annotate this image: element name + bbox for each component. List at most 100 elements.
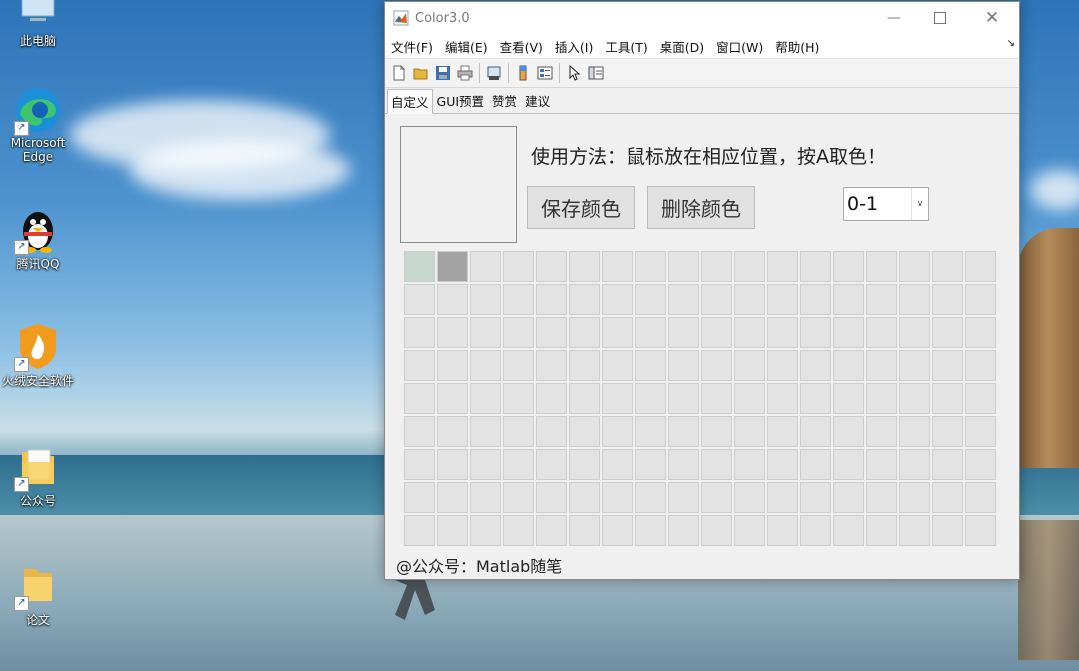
color-swatch[interactable]	[932, 515, 963, 546]
color-swatch[interactable]	[965, 449, 996, 480]
color-swatch[interactable]	[569, 317, 600, 348]
menu-window[interactable]: 窗口(W)	[710, 37, 769, 56]
color-swatch[interactable]	[536, 251, 567, 282]
desktop-icon-qq[interactable]: ↗ 腾讯QQ	[0, 205, 76, 272]
color-swatch[interactable]	[404, 449, 435, 480]
color-swatch[interactable]	[734, 383, 765, 414]
color-swatch[interactable]	[701, 284, 732, 315]
color-swatch[interactable]	[470, 317, 501, 348]
color-swatch[interactable]	[569, 515, 600, 546]
color-swatch[interactable]	[701, 383, 732, 414]
close-button[interactable]: ✕	[969, 2, 1015, 34]
color-swatch[interactable]	[437, 416, 468, 447]
dock-arrow-icon[interactable]: ↘	[1007, 38, 1015, 49]
color-swatch[interactable]	[965, 515, 996, 546]
color-swatch[interactable]	[470, 350, 501, 381]
colorbar-icon[interactable]	[512, 62, 534, 84]
color-swatch[interactable]	[899, 317, 930, 348]
color-swatch[interactable]	[569, 284, 600, 315]
color-swatch[interactable]	[602, 383, 633, 414]
color-swatch[interactable]	[536, 416, 567, 447]
menu-view[interactable]: 查看(V)	[494, 37, 549, 56]
color-swatch[interactable]	[635, 251, 666, 282]
color-swatch[interactable]	[668, 350, 699, 381]
desktop-icon-edge[interactable]: ↗ Microsoft Edge	[0, 86, 76, 164]
desktop-icon-this-pc[interactable]: 此电脑	[0, 0, 76, 49]
color-swatch[interactable]	[503, 251, 534, 282]
color-swatch[interactable]	[503, 350, 534, 381]
color-swatch[interactable]	[536, 350, 567, 381]
new-file-icon[interactable]	[388, 62, 410, 84]
color-swatch[interactable]	[932, 482, 963, 513]
color-swatch[interactable]	[866, 482, 897, 513]
color-swatch[interactable]	[635, 416, 666, 447]
color-swatch[interactable]	[668, 317, 699, 348]
color-swatch[interactable]	[800, 416, 831, 447]
color-swatch[interactable]	[734, 284, 765, 315]
color-swatch[interactable]	[536, 482, 567, 513]
color-swatch[interactable]	[602, 251, 633, 282]
color-swatch[interactable]	[569, 383, 600, 414]
color-swatch[interactable]	[932, 416, 963, 447]
color-swatch[interactable]	[668, 284, 699, 315]
color-swatch[interactable]	[503, 284, 534, 315]
color-swatch[interactable]	[866, 416, 897, 447]
color-swatch[interactable]	[404, 416, 435, 447]
color-swatch[interactable]	[536, 284, 567, 315]
color-swatch[interactable]	[404, 383, 435, 414]
color-swatch[interactable]	[800, 284, 831, 315]
color-swatch[interactable]	[470, 383, 501, 414]
title-bar[interactable]: Color3.0 — ✕	[385, 2, 1019, 34]
color-swatch[interactable]	[965, 317, 996, 348]
color-swatch[interactable]	[635, 482, 666, 513]
color-swatch[interactable]	[569, 350, 600, 381]
color-swatch[interactable]	[635, 284, 666, 315]
color-swatch[interactable]	[833, 482, 864, 513]
color-swatch[interactable]	[899, 482, 930, 513]
color-swatch[interactable]	[767, 317, 798, 348]
color-swatch[interactable]	[404, 482, 435, 513]
color-swatch[interactable]	[668, 416, 699, 447]
maximize-button[interactable]	[917, 2, 963, 34]
color-swatch[interactable]	[602, 449, 633, 480]
color-swatch[interactable]	[833, 383, 864, 414]
color-swatch[interactable]	[470, 251, 501, 282]
color-swatch[interactable]	[569, 251, 600, 282]
color-swatch[interactable]	[470, 449, 501, 480]
color-swatch[interactable]	[569, 449, 600, 480]
color-swatch[interactable]	[800, 482, 831, 513]
color-swatch[interactable]	[767, 449, 798, 480]
color-swatch[interactable]	[404, 251, 435, 282]
range-select[interactable]: 0-1 ∨	[843, 187, 929, 221]
color-swatch[interactable]	[800, 251, 831, 282]
color-swatch[interactable]	[932, 251, 963, 282]
color-swatch[interactable]	[866, 251, 897, 282]
color-swatch[interactable]	[899, 251, 930, 282]
color-swatch[interactable]	[734, 350, 765, 381]
color-swatch[interactable]	[470, 284, 501, 315]
tab-gui-preset[interactable]: GUI预置	[433, 88, 489, 113]
color-swatch[interactable]	[437, 515, 468, 546]
minimize-button[interactable]: —	[871, 2, 917, 34]
menu-edit[interactable]: 编辑(E)	[439, 37, 494, 56]
desktop-icon-gongzhonghao[interactable]: ↗ 公众号	[0, 442, 76, 509]
color-swatch[interactable]	[734, 449, 765, 480]
color-swatch[interactable]	[734, 416, 765, 447]
property-editor-icon[interactable]	[585, 62, 607, 84]
color-swatch[interactable]	[965, 251, 996, 282]
color-swatch[interactable]	[635, 515, 666, 546]
color-swatch[interactable]	[404, 515, 435, 546]
delete-color-button[interactable]: 删除颜色	[647, 186, 755, 229]
color-swatch[interactable]	[701, 482, 732, 513]
menu-insert[interactable]: 插入(I)	[549, 37, 599, 56]
color-swatch[interactable]	[470, 515, 501, 546]
color-swatch[interactable]	[536, 317, 567, 348]
tab-custom[interactable]: 自定义	[387, 89, 433, 114]
color-swatch[interactable]	[701, 251, 732, 282]
color-swatch[interactable]	[800, 317, 831, 348]
color-swatch[interactable]	[437, 284, 468, 315]
color-swatch[interactable]	[602, 350, 633, 381]
color-swatch[interactable]	[602, 317, 633, 348]
color-swatch[interactable]	[800, 449, 831, 480]
color-swatch[interactable]	[701, 515, 732, 546]
